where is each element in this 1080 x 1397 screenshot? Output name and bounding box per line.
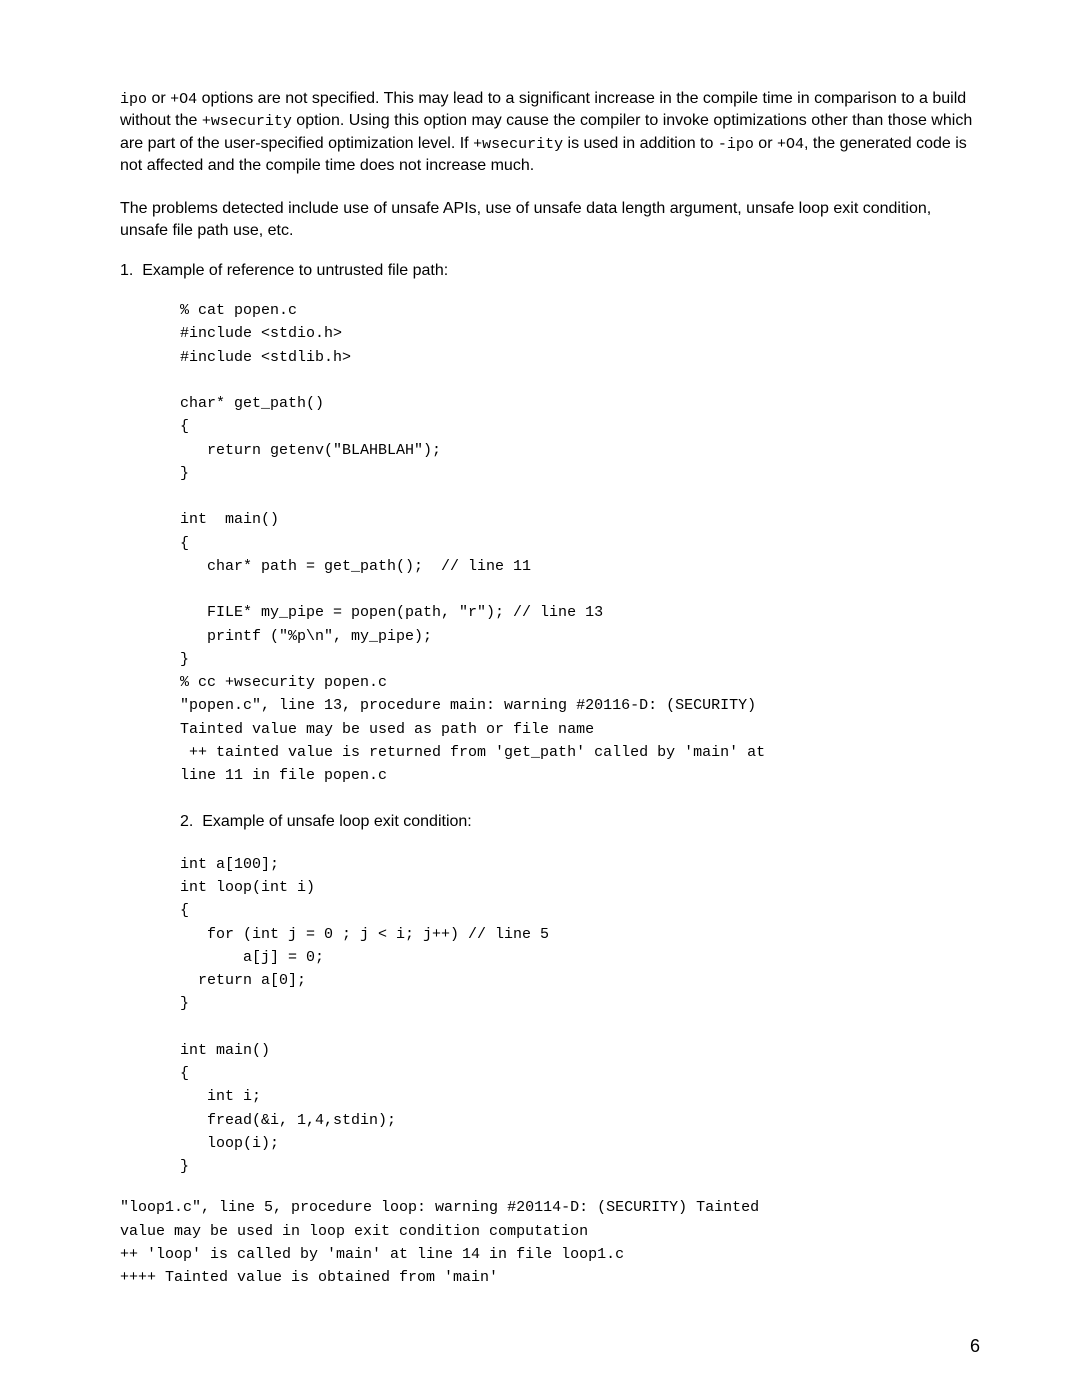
text-span: or bbox=[147, 90, 170, 107]
text-span: is used in addition to bbox=[563, 135, 718, 152]
code-span-o4: +O4 bbox=[170, 91, 197, 108]
intro-paragraph-1: ipo or +O4 options are not specified. Th… bbox=[120, 88, 980, 176]
intro-paragraph-2: The problems detected include use of uns… bbox=[120, 198, 980, 241]
text-span: or bbox=[754, 135, 777, 152]
list-marker: 2. bbox=[180, 813, 193, 830]
code-span-ipo: -ipo bbox=[718, 136, 754, 153]
list-item-1: 1. Example of reference to untrusted fil… bbox=[120, 260, 980, 282]
code-span-ipo: ipo bbox=[120, 91, 147, 108]
code-span-wsecurity: +wsecurity bbox=[473, 136, 563, 153]
code-example-2: int a[100]; int loop(int i) { for (int j… bbox=[180, 853, 980, 1179]
list-item-text: Example of unsafe loop exit condition: bbox=[202, 813, 472, 830]
code-example-3: "loop1.c", line 5, procedure loop: warni… bbox=[120, 1196, 980, 1289]
code-span-o4: +O4 bbox=[777, 136, 804, 153]
list-item-text: Example of reference to untrusted file p… bbox=[142, 262, 448, 279]
document-page: ipo or +O4 options are not specified. Th… bbox=[0, 0, 1080, 1369]
list-marker: 1. bbox=[120, 262, 133, 279]
list-item-2: 2. Example of unsafe loop exit condition… bbox=[180, 811, 980, 833]
page-number: 6 bbox=[970, 1336, 980, 1357]
code-span-wsecurity: +wsecurity bbox=[202, 113, 292, 130]
code-example-1: % cat popen.c #include <stdio.h> #includ… bbox=[180, 299, 980, 787]
